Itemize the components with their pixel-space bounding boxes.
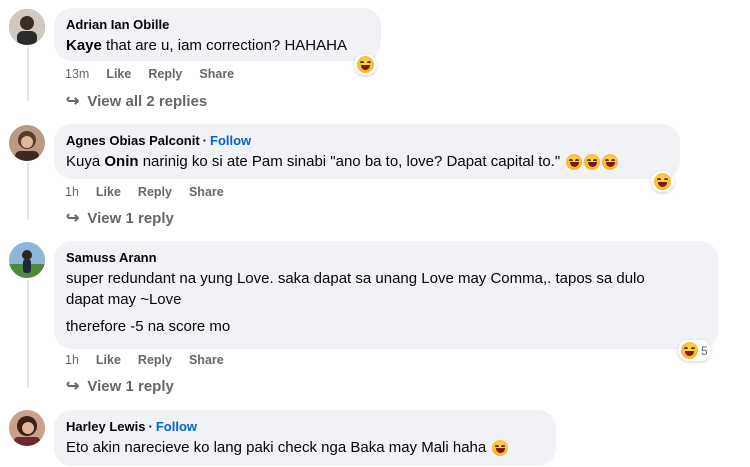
mention-link[interactable]: Kaye bbox=[66, 37, 102, 54]
avatar[interactable] bbox=[9, 125, 45, 161]
laugh-emoji-icon bbox=[357, 56, 374, 73]
comment-author-line: Agnes Obias Palconit · Follow bbox=[66, 132, 668, 149]
like-button[interactable]: Like bbox=[96, 353, 121, 367]
comment-bubble: Agnes Obias Palconit · Follow Kuya Onin na… bbox=[54, 124, 680, 179]
avatar[interactable] bbox=[9, 242, 45, 278]
reaction-count: 5 bbox=[701, 343, 708, 358]
separator-dot: · bbox=[148, 419, 153, 434]
comment-body: narinig ko si ate Pam sinabi "ano ba to,… bbox=[138, 153, 561, 170]
avatar-photo bbox=[9, 410, 45, 446]
comment-actions: 13m Like Reply Share bbox=[65, 66, 234, 82]
avatar-photo bbox=[9, 125, 45, 161]
thread-line bbox=[27, 280, 29, 388]
comment-author[interactable]: Harley Lewis bbox=[66, 419, 146, 434]
view-replies-link[interactable]: ↪ View 1 reply bbox=[66, 210, 174, 227]
view-replies-link[interactable]: ↪ View 1 reply bbox=[66, 378, 174, 395]
reply-arrow-icon: ↪ bbox=[66, 92, 80, 110]
comment-text-line: therefore -5 na score mo bbox=[66, 318, 231, 335]
comment-text-line: super redundant na yung Love. saka dapat… bbox=[66, 270, 645, 287]
timestamp[interactable]: 13m bbox=[65, 67, 89, 81]
follow-button[interactable]: Follow bbox=[156, 419, 197, 434]
follow-button[interactable]: Follow bbox=[210, 133, 251, 148]
avatar-photo bbox=[9, 242, 45, 278]
comment-prefix: Kuya bbox=[66, 153, 105, 170]
share-button[interactable]: Share bbox=[189, 353, 224, 367]
comment-author[interactable]: Adrian Ian Obille bbox=[66, 16, 369, 33]
share-button[interactable]: Share bbox=[199, 67, 234, 81]
rofl-emoji-icon bbox=[584, 154, 601, 171]
thread-line bbox=[27, 46, 29, 101]
laugh-emoji-icon bbox=[681, 342, 698, 359]
laugh-emoji-icon bbox=[654, 173, 671, 190]
comment-bubble: Samuss Arann super redundant na yung Lov… bbox=[54, 241, 718, 349]
rofl-emoji-icon bbox=[602, 154, 619, 171]
comment-body: Eto akin narecieve ko lang paki check ng… bbox=[66, 439, 487, 456]
like-button[interactable]: Like bbox=[96, 185, 121, 199]
comment-author[interactable]: Agnes Obias Palconit bbox=[66, 133, 200, 148]
reply-button[interactable]: Reply bbox=[138, 353, 172, 367]
timestamp[interactable]: 1h bbox=[65, 185, 79, 199]
reply-button[interactable]: Reply bbox=[138, 185, 172, 199]
thread-line bbox=[27, 162, 29, 220]
comment-text-line: dapat may ~Love bbox=[66, 291, 182, 308]
reply-button[interactable]: Reply bbox=[148, 67, 182, 81]
separator-dot: · bbox=[202, 133, 207, 148]
reply-arrow-icon: ↪ bbox=[66, 377, 80, 395]
comment-author-line: Harley Lewis · Follow bbox=[66, 418, 544, 435]
comment-text: Eto akin narecieve ko lang paki check ng… bbox=[66, 437, 544, 458]
comment-actions: 1h Like Reply Share bbox=[65, 184, 224, 200]
share-button[interactable]: Share bbox=[189, 185, 224, 199]
timestamp[interactable]: 1h bbox=[65, 353, 79, 367]
reaction-badge[interactable] bbox=[354, 54, 377, 75]
avatar[interactable] bbox=[9, 9, 45, 45]
comment-bubble: Adrian Ian Obille Kaye that are u, iam c… bbox=[54, 8, 381, 61]
reply-arrow-icon: ↪ bbox=[66, 209, 80, 227]
view-replies-label: View 1 reply bbox=[87, 210, 174, 227]
comment-actions: 1h Like Reply Share bbox=[65, 352, 224, 368]
mention-link[interactable]: Onin bbox=[104, 153, 138, 170]
reaction-badge[interactable] bbox=[651, 171, 674, 192]
comment-body: that are u, iam correction? HAHAHA bbox=[101, 37, 347, 54]
view-replies-label: View 1 reply bbox=[87, 378, 174, 395]
avatar-photo bbox=[9, 9, 45, 45]
reaction-badge[interactable]: 5 bbox=[678, 340, 711, 361]
view-replies-label: View all 2 replies bbox=[87, 93, 208, 110]
laugh-emoji-icon bbox=[492, 440, 509, 457]
comment-text: Kuya Onin narinig ko si ate Pam sinabi "… bbox=[66, 151, 668, 172]
view-replies-link[interactable]: ↪ View all 2 replies bbox=[66, 93, 207, 110]
rofl-emoji-icon bbox=[566, 154, 583, 171]
comment-author[interactable]: Samuss Arann bbox=[66, 249, 706, 266]
comment-text: Kaye that are u, iam correction? HAHAHA bbox=[66, 35, 369, 56]
avatar[interactable] bbox=[9, 410, 45, 446]
like-button[interactable]: Like bbox=[106, 67, 131, 81]
comment-bubble: Harley Lewis · Follow Eto akin narecieve k… bbox=[54, 410, 556, 466]
